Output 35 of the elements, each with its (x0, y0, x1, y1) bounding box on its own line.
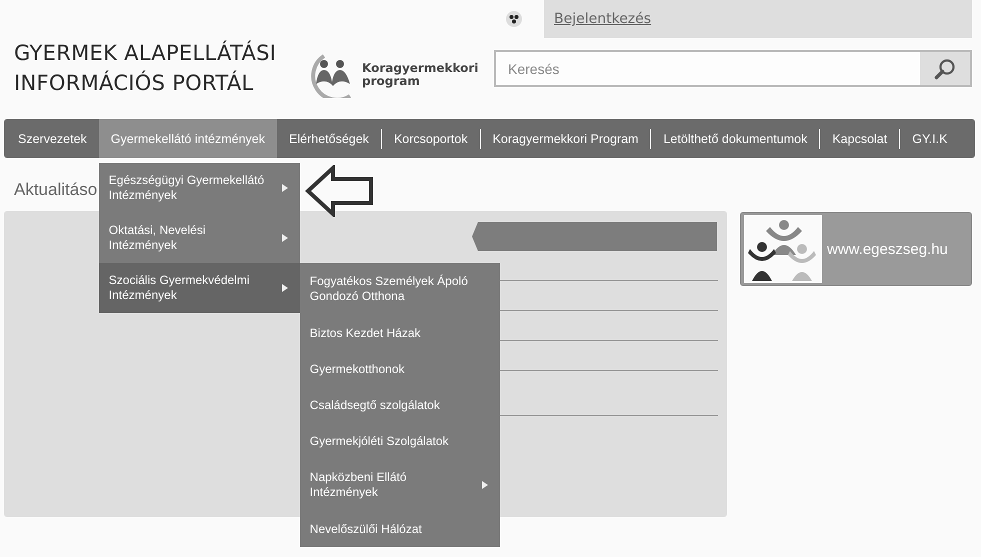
nav-item[interactable]: Elérhetőségek (277, 119, 381, 158)
nav-item[interactable]: Gyermekellátó intézmények (98, 119, 278, 158)
search-button[interactable] (920, 52, 970, 85)
nav-item[interactable]: Letölthető dokumentumok (651, 119, 820, 158)
menu-item[interactable]: Gyermekotthonok (300, 351, 500, 387)
search-icon (934, 58, 956, 80)
menu-item[interactable]: Fogyatékos Személyek Ápoló Gondozó Otthona (300, 263, 500, 315)
submenu-arrow-icon (482, 481, 488, 489)
menu-item[interactable]: Oktatási, Nevelési Intézmények (98, 213, 300, 263)
submenu-arrow-icon (282, 284, 288, 292)
menu-item[interactable]: Családsegtő szolgálatok (300, 387, 500, 423)
program-logo-text: Koragyermekkori program (362, 62, 478, 88)
submenu-arrow-icon (282, 234, 288, 242)
menu-item[interactable]: Napközbeni Ellátó Intézmények (300, 459, 500, 511)
menu-item[interactable]: Biztos Kezdet Házak (300, 315, 500, 351)
menu-item[interactable]: Nevelőszülői Hálózat (300, 511, 500, 547)
left-arrow-annotation (305, 165, 375, 217)
menu-item[interactable]: Gyermekjóléti Szolgálatok (300, 423, 500, 459)
nav-item[interactable]: Kapcsolat (820, 119, 900, 158)
submenu-arrow-icon (282, 184, 288, 192)
nav-item[interactable]: Koragyermekkori Program (480, 119, 650, 158)
search-bar[interactable]: Keresés (494, 50, 972, 87)
banner-url: www.egeszseg.hu (827, 240, 948, 258)
menu-item[interactable]: Egészségügyi Gyermekellátó Intézmények (98, 163, 300, 213)
nav-item[interactable]: GY.I.K (900, 119, 960, 158)
people-logo-icon (744, 215, 822, 283)
menu-item[interactable]: Szociális Gyermekvédelmi Intézmények (98, 263, 300, 313)
health-banner[interactable]: www.egeszseg.hu (740, 212, 972, 286)
nav-item[interactable]: Szervezetek (4, 119, 99, 158)
nav-item[interactable]: Korcsoportok (382, 119, 480, 158)
search-field[interactable]: Keresés (496, 52, 920, 85)
portal-title: GYERMEK ALAPELLÁTÁSI INFORMÁCIÓS PORTÁL (13, 40, 278, 97)
login-link[interactable]: Bejelentkezés (554, 11, 652, 27)
dots-icon[interactable] (506, 11, 522, 27)
section-heading: Aktualitáso (14, 180, 98, 199)
